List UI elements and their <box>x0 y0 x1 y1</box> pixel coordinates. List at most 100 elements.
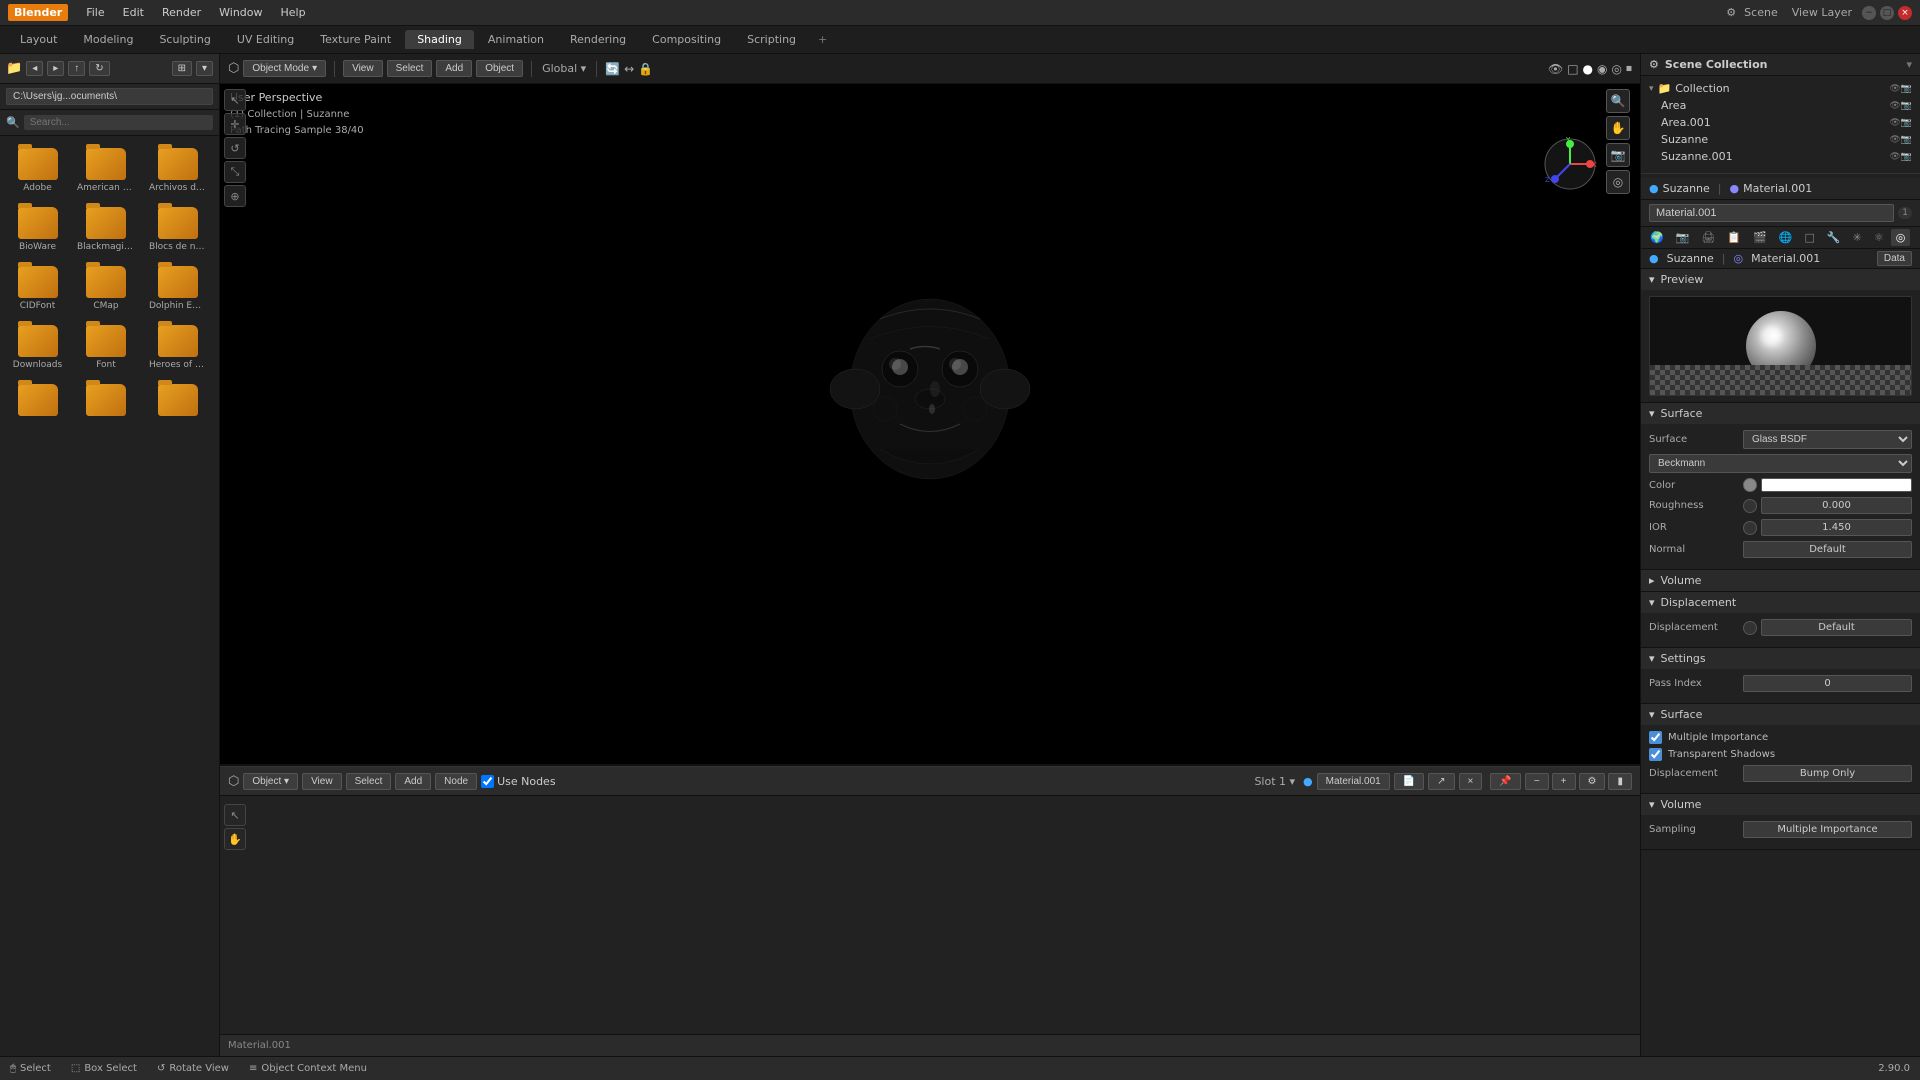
preview-section-header[interactable]: ▾ Preview <box>1641 269 1920 290</box>
object-mode-button[interactable]: Object Mode ▾ <box>243 60 326 77</box>
material-name-input[interactable] <box>1649 204 1894 222</box>
use-nodes-checkbox[interactable] <box>481 775 494 788</box>
minimize-button[interactable]: − <box>1862 6 1876 20</box>
node-editor-content[interactable]: ▾ Glass BSDF BSDF Beckmann GGX Sharp <box>220 796 1640 1034</box>
prop-tab-view-layer[interactable]: 📋 <box>1722 229 1746 246</box>
viewport-add-button[interactable]: Add <box>436 60 472 77</box>
node-view-button[interactable]: View <box>302 773 342 790</box>
add-workspace-button[interactable]: + <box>810 30 835 49</box>
node-material-new[interactable]: 📄 <box>1394 773 1424 790</box>
fb-forward-button[interactable]: ▸ <box>47 61 64 76</box>
pass-index-value[interactable]: 0 <box>1743 675 1912 692</box>
displacement-section-header[interactable]: ▾ Displacement <box>1641 592 1920 613</box>
close-button[interactable]: × <box>1898 6 1912 20</box>
transform-tool-icon[interactable]: ⊕ <box>224 185 246 207</box>
node-settings[interactable]: ⚙ <box>1579 773 1606 790</box>
area-001-visibility[interactable]: 👁 <box>1889 118 1900 128</box>
tab-shading[interactable]: Shading <box>405 30 474 49</box>
ne-select-tool[interactable]: ↖ <box>224 804 246 826</box>
node-object-button[interactable]: Object ▾ <box>243 773 298 790</box>
tab-compositing[interactable]: Compositing <box>640 30 733 49</box>
fb-back-button[interactable]: ◂ <box>26 61 43 76</box>
surface-settings-header[interactable]: ▾ Surface <box>1641 704 1920 725</box>
material-preview-box[interactable] <box>1649 296 1912 396</box>
viewport-render-icon[interactable]: ◎ <box>1606 170 1630 194</box>
viewport-shading-mat[interactable]: ◉ <box>1597 62 1607 76</box>
node-node-button[interactable]: Node <box>435 773 477 790</box>
viewport-overlay-button[interactable]: 👁 <box>1548 62 1563 76</box>
viewport-object-button[interactable]: Object <box>476 60 523 77</box>
object-area[interactable]: Area 👁 📷 <box>1645 97 1916 114</box>
area-render[interactable]: 📷 <box>1901 101 1912 111</box>
normal-prop-value[interactable]: Default <box>1743 541 1912 558</box>
folder-cmap[interactable]: CMap <box>73 262 139 315</box>
suzanne-001-visibility[interactable]: 👁 <box>1889 152 1900 162</box>
node-material-copy[interactable]: ↗ <box>1428 773 1454 790</box>
folder-dolphin-emul[interactable]: Dolphin Emul... <box>145 262 211 315</box>
prop-tab-output[interactable]: 🖨 <box>1696 229 1720 246</box>
prop-tab-scene[interactable]: 🌍 <box>1645 229 1669 246</box>
tab-rendering[interactable]: Rendering <box>558 30 638 49</box>
fb-up-button[interactable]: ↑ <box>68 61 85 76</box>
viewport-3d[interactable]: ⬡ Object Mode ▾ View Select Add Object G… <box>220 54 1640 766</box>
folder-blocs-de-nota[interactable]: Blocs de nota... <box>145 203 211 256</box>
maximize-button[interactable]: □ <box>1880 6 1894 20</box>
viewport-view-button[interactable]: View <box>343 60 383 77</box>
folder-cidfont[interactable]: CIDFont <box>8 262 67 315</box>
prop-tab-scene2[interactable]: 🎬 <box>1748 229 1772 246</box>
fb-view-toggle[interactable]: ⊞ <box>172 61 192 76</box>
viewport-select-button[interactable]: Select <box>387 60 433 77</box>
node-add-button[interactable]: Add <box>395 773 431 790</box>
ne-pan-tool[interactable]: ✋ <box>224 828 246 850</box>
folder-archivos[interactable]: Archivos de O... <box>145 144 211 197</box>
folder-downloads[interactable]: Downloads <box>8 321 67 374</box>
prop-tab-modifier[interactable]: 🔧 <box>1822 229 1846 246</box>
folder-empty-3[interactable] <box>145 380 211 423</box>
suzanne-001-render[interactable]: 📷 <box>1901 152 1912 162</box>
node-side-panel[interactable]: ▮ <box>1608 773 1632 790</box>
app-logo[interactable]: Blender <box>8 4 68 21</box>
object-suzanne-001[interactable]: Suzanne.001 👁 📷 <box>1645 148 1916 165</box>
surface-type-select[interactable]: Glass BSDF Principled BSDF Diffuse BSDF <box>1743 430 1912 449</box>
distribution-select-prop[interactable]: Beckmann GGX <box>1649 454 1912 473</box>
tab-scripting[interactable]: Scripting <box>735 30 808 49</box>
folder-font[interactable]: Font <box>73 321 139 374</box>
ior-prop-value[interactable]: 1.450 <box>1761 519 1912 536</box>
node-pin-button[interactable]: 📌 <box>1490 773 1520 790</box>
prop-tab-object[interactable]: □ <box>1799 229 1819 246</box>
bump-displacement-value[interactable]: Bump Only <box>1743 765 1912 782</box>
prop-tab-render[interactable]: 📷 <box>1671 229 1695 246</box>
settings-section-header[interactable]: ▾ Settings <box>1641 648 1920 669</box>
tab-uv-editing[interactable]: UV Editing <box>225 30 306 49</box>
node-zoom-out[interactable]: + <box>1552 773 1576 790</box>
viewport-pan[interactable]: ✋ <box>1606 116 1630 140</box>
viewport-zoom-in[interactable]: 🔍 <box>1606 89 1630 113</box>
select-tool-icon[interactable]: ↖ <box>224 89 246 111</box>
volume-bottom-header[interactable]: ▾ Volume <box>1641 794 1920 815</box>
viewport-shading-wire[interactable]: □ <box>1567 62 1578 76</box>
scale-tool-icon[interactable]: ⤡ <box>224 161 246 183</box>
folder-empty-2[interactable] <box>73 380 139 423</box>
menu-file[interactable]: File <box>78 4 112 21</box>
menu-edit[interactable]: Edit <box>115 4 152 21</box>
menu-window[interactable]: Window <box>211 4 270 21</box>
tab-sculpting[interactable]: Sculpting <box>147 30 222 49</box>
viewport-render-stop[interactable]: ⏹ <box>1626 61 1632 76</box>
search-input[interactable] <box>24 115 213 130</box>
folder-adobe[interactable]: Adobe <box>8 144 67 197</box>
tab-modeling[interactable]: Modeling <box>71 30 145 49</box>
surface-section-header[interactable]: ▾ Surface <box>1641 403 1920 424</box>
fb-filter-button[interactable]: ▾ <box>196 61 213 76</box>
tab-layout[interactable]: Layout <box>8 30 69 49</box>
tab-animation[interactable]: Animation <box>476 30 556 49</box>
multiple-importance-checkbox[interactable] <box>1649 731 1662 744</box>
scene-filter-icon[interactable]: ▾ <box>1906 58 1912 71</box>
mat-material-btn[interactable]: Material.001 <box>1751 252 1820 265</box>
node-material-button[interactable]: Material.001 <box>1317 773 1390 790</box>
color-picker-swatch[interactable] <box>1761 478 1912 492</box>
object-suzanne[interactable]: Suzanne 👁 📷 <box>1645 131 1916 148</box>
collection-root[interactable]: ▾ 📁 Collection 👁 📷 <box>1645 80 1916 97</box>
menu-render[interactable]: Render <box>154 4 209 21</box>
folder-american-tru[interactable]: American Tru... <box>73 144 139 197</box>
folder-empty-1[interactable] <box>8 380 67 423</box>
